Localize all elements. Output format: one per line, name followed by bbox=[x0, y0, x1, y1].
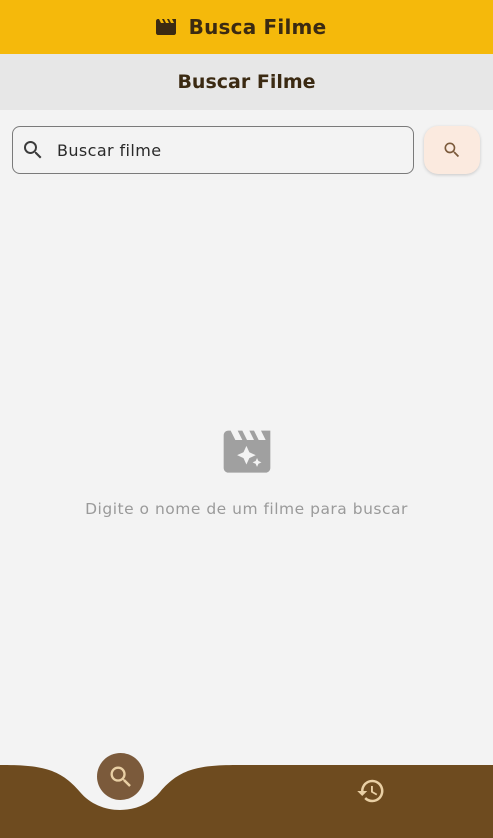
search-icon bbox=[110, 766, 131, 787]
movie-filter-icon bbox=[223, 430, 270, 473]
search-button[interactable] bbox=[424, 126, 480, 174]
nav-history-button[interactable] bbox=[355, 775, 387, 807]
search-input[interactable] bbox=[57, 140, 387, 160]
bottom-navigation bbox=[0, 752, 493, 838]
app-title: Busca Filme bbox=[188, 15, 327, 39]
movie-clapper-icon bbox=[155, 19, 176, 35]
nav-search-button[interactable] bbox=[97, 753, 144, 800]
search-icon bbox=[444, 142, 460, 158]
page-title: Buscar Filme bbox=[177, 71, 316, 93]
page-header: Buscar Filme bbox=[0, 54, 493, 110]
empty-state: Digite o nome de um filme para buscar bbox=[0, 430, 493, 518]
search-icon bbox=[24, 141, 42, 159]
search-field[interactable] bbox=[12, 126, 414, 174]
bottom-nav-background bbox=[0, 765, 493, 838]
app-bar: Busca Filme bbox=[0, 0, 493, 54]
history-icon bbox=[357, 779, 384, 803]
empty-state-message: Digite o nome de um filme para buscar bbox=[85, 500, 408, 518]
